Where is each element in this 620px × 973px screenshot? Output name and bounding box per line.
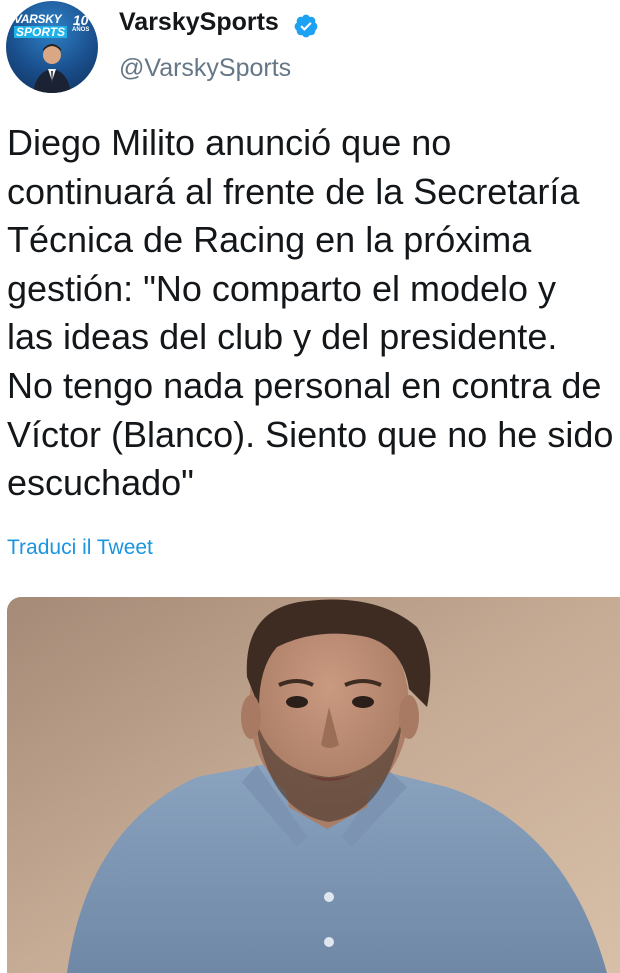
avatar-brand-line1: VARSKY <box>14 12 62 26</box>
verified-badge-icon <box>294 14 318 38</box>
tweet-text: Diego Milito anunció que no continuará a… <box>7 122 614 504</box>
avatar-years-label: AÑOS <box>72 27 90 33</box>
avatar-years-number: 10 <box>72 12 89 28</box>
person-photo-icon <box>7 597 620 973</box>
avatar-brand-line2: SPORTS <box>14 25 68 39</box>
avatar-brand-logo: VARSKY SPORTS <box>14 12 68 39</box>
avatar-person-icon <box>32 44 72 93</box>
translate-tweet-link[interactable]: Traduci il Tweet <box>7 536 153 560</box>
avatar[interactable]: VARSKY SPORTS 10 AÑOS <box>6 1 98 93</box>
tweet-media-image[interactable] <box>7 597 620 973</box>
display-name[interactable]: VarskySports <box>119 8 279 37</box>
avatar-years-badge: 10 AÑOS <box>72 13 89 33</box>
user-handle[interactable]: @VarskySports <box>119 54 291 83</box>
